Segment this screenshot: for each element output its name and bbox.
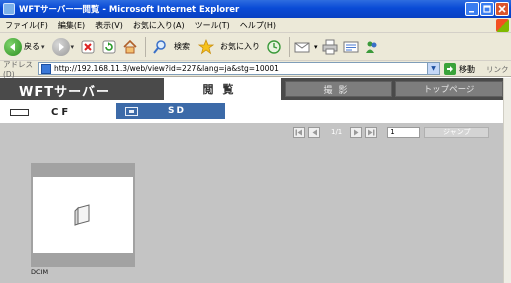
go-label: 移動 [459, 64, 475, 74]
search-icon [151, 38, 169, 56]
maximize-icon [483, 5, 491, 13]
windows-logo-icon [496, 19, 509, 32]
close-button[interactable] [495, 2, 509, 16]
maximize-button[interactable] [480, 2, 494, 16]
messenger-icon[interactable] [363, 38, 381, 56]
card-sd-label: SD [168, 106, 186, 116]
edit-page-icon[interactable] [342, 38, 360, 56]
back-button[interactable]: 戻る ▾ [2, 36, 47, 58]
mail-icon[interactable] [293, 38, 311, 56]
card-sd-button[interactable]: SD [116, 103, 225, 119]
sd-card-icon [125, 106, 138, 116]
prev-page-button[interactable] [308, 126, 320, 138]
back-label: 戻る [24, 42, 40, 51]
close-icon [498, 5, 506, 13]
favorites-label: お気に入り [220, 42, 261, 51]
page-content: WFTサーバー 閲覧 撮影 トップページ CF SD 1/1 1 ジャンプ DC… [0, 78, 511, 283]
tab-shoot[interactable]: 撮影 [285, 81, 392, 97]
vertical-scrollbar[interactable] [503, 78, 511, 283]
address-bar: アドレス(D) http://192.168.11.3/web/view?id=… [0, 59, 511, 79]
print-icon[interactable] [321, 38, 339, 56]
page-number-input[interactable]: 1 [387, 126, 421, 138]
card-cf-label: CF [51, 107, 72, 118]
card-selector: CF SD [0, 103, 511, 123]
last-page-icon [368, 129, 375, 135]
menu-view[interactable]: 表示(V) [90, 20, 128, 31]
address-url[interactable]: http://192.168.11.3/web/view?id=227&lang… [54, 64, 279, 73]
go-arrow-icon [444, 63, 456, 75]
first-page-icon [295, 129, 302, 135]
ie-app-icon [3, 3, 15, 15]
pager: 1/1 1 ジャンプ [293, 126, 490, 138]
home-icon[interactable] [121, 38, 139, 56]
folder-thumbnail-image[interactable] [33, 177, 133, 253]
next-page-button[interactable] [350, 126, 363, 138]
search-button[interactable]: 検索 [149, 36, 192, 58]
search-label: 検索 [174, 42, 191, 51]
first-page-button[interactable] [293, 126, 305, 138]
menu-help[interactable]: ヘルプ(H) [235, 20, 281, 31]
tab-top-page-label: トップページ [423, 85, 475, 95]
folder-thumbnail[interactable] [31, 163, 135, 267]
forward-button[interactable]: ▾ [50, 36, 77, 58]
links-label[interactable]: リンク [486, 64, 509, 75]
go-button[interactable]: 移動 [444, 63, 475, 75]
app-header: WFTサーバー 閲覧 撮影 トップページ [0, 78, 511, 100]
menu-file[interactable]: ファイル(F) [0, 20, 53, 31]
stop-icon[interactable] [79, 38, 97, 56]
folder-name[interactable]: DCIM [31, 268, 48, 276]
menu-edit[interactable]: 編集(E) [53, 20, 90, 31]
window-title: WFTサーバー一閲覧 - Microsoft Internet Explorer [19, 5, 240, 15]
window-titlebar: WFTサーバー一閲覧 - Microsoft Internet Explorer [0, 0, 511, 18]
tab-view-label: 閲覧 [202, 83, 243, 96]
prev-page-icon [312, 129, 317, 135]
tab-top-page[interactable]: トップページ [395, 81, 503, 97]
tab-view[interactable]: 閲覧 [164, 78, 281, 100]
cf-card-icon [10, 109, 29, 116]
forward-dropdown-icon[interactable]: ▾ [71, 43, 75, 51]
next-page-icon [353, 129, 359, 135]
menu-tools[interactable]: ツール(T) [190, 20, 235, 31]
browser-toolbar: 戻る ▾ ▾ 検索 お気に入り ▾ [0, 33, 511, 61]
page-icon [41, 63, 51, 74]
menu-bar: ファイル(F) 編集(E) 表示(V) お気に入り(A) ツール(T) ヘルプ(… [0, 18, 511, 33]
back-arrow-icon [4, 37, 22, 56]
last-page-button[interactable] [365, 126, 378, 138]
jump-button[interactable]: ジャンプ [424, 126, 490, 138]
toolbar-separator [289, 36, 291, 57]
mail-dropdown-icon[interactable]: ▾ [314, 43, 318, 51]
window-controls [465, 2, 509, 16]
back-dropdown-icon[interactable]: ▾ [41, 43, 45, 51]
card-cf-button[interactable]: CF [10, 107, 71, 118]
minimize-icon [469, 11, 474, 13]
favorites-star-icon [197, 38, 215, 56]
minimize-button[interactable] [465, 2, 479, 16]
favorites-button[interactable]: お気に入り [195, 36, 262, 58]
history-icon[interactable] [265, 38, 283, 56]
address-input[interactable]: http://192.168.11.3/web/view?id=227&lang… [38, 62, 440, 75]
forward-arrow-icon [51, 37, 70, 56]
app-brand: WFTサーバー [19, 85, 110, 100]
menu-favorites[interactable]: お気に入り(A) [128, 20, 190, 31]
toolbar-separator [145, 36, 147, 57]
address-dropdown-icon[interactable]: ▼ [427, 63, 439, 74]
refresh-icon[interactable] [100, 38, 118, 56]
page-count: 1/1 [331, 128, 343, 136]
address-label: アドレス(D) [3, 59, 33, 79]
tab-shoot-label: 撮影 [323, 85, 354, 96]
folder-icon [74, 204, 90, 226]
